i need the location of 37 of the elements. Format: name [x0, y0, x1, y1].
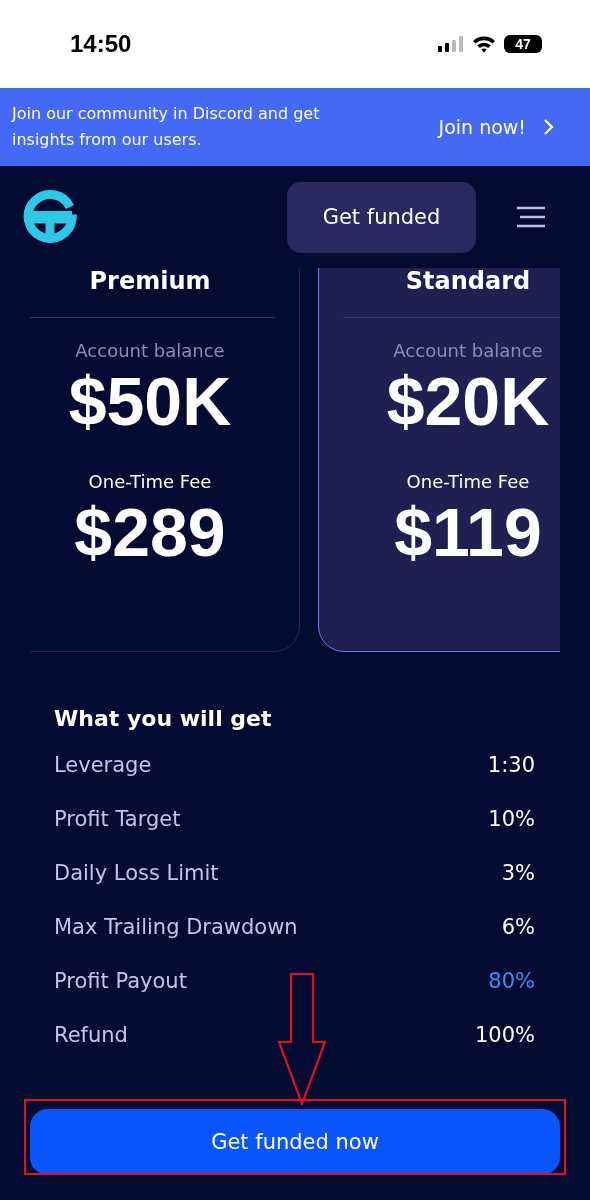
feature-value: 1:30	[487, 753, 535, 779]
feature-value: 3%	[501, 861, 535, 887]
plan-card[interactable]: Standard Account balance $20K One-Time Fee $119	[318, 268, 560, 652]
get-funded-button[interactable]: Get funded	[287, 181, 476, 253]
feature-label: Profit Payout	[54, 969, 187, 995]
balance-label: Account balance	[392, 340, 544, 361]
status-time: 14:50	[70, 30, 132, 58]
chevron-right-icon	[542, 118, 554, 136]
feature-value: 80%	[488, 969, 535, 995]
get-funded-now-button[interactable]: Get funded now	[30, 1109, 560, 1175]
plan-name: Premium	[30, 268, 275, 318]
feature-label: Profit Target	[54, 807, 181, 833]
feature-label: Max Trailing Drawdown	[54, 915, 298, 941]
feature-value: 100%	[474, 1023, 535, 1049]
wifi-icon	[472, 35, 496, 53]
join-link[interactable]: Join now!	[438, 116, 554, 138]
feature-label: Daily Loss Limit	[54, 861, 219, 887]
feature-label: Leverage	[54, 753, 152, 779]
balance-label: Account balance	[74, 340, 226, 361]
balance-amount: $20K	[385, 362, 551, 441]
logo-icon	[22, 189, 78, 245]
battery-indicator: 47	[504, 35, 542, 53]
signal-icon	[438, 36, 464, 52]
balance-amount: $50K	[67, 362, 233, 441]
feature-label: Refund	[54, 1023, 128, 1049]
menu-icon[interactable]	[516, 206, 546, 228]
fee-label: One-Time Fee	[87, 471, 213, 492]
feature-value: 10%	[488, 807, 535, 833]
banner-message: Join our community in Discord and get insights from our users.	[12, 103, 321, 151]
plan-name: Standard	[343, 268, 560, 318]
plan-card[interactable]: Premium Account balance $50K One-Time Fee $289	[30, 268, 300, 652]
fee-amount: $119	[393, 493, 543, 572]
fee-amount: $289	[73, 493, 227, 572]
section-title: What you will get	[54, 706, 273, 731]
down-arrow-icon	[278, 973, 326, 1105]
feature-value: 6%	[501, 915, 535, 941]
fee-label: One-Time Fee	[405, 471, 531, 492]
